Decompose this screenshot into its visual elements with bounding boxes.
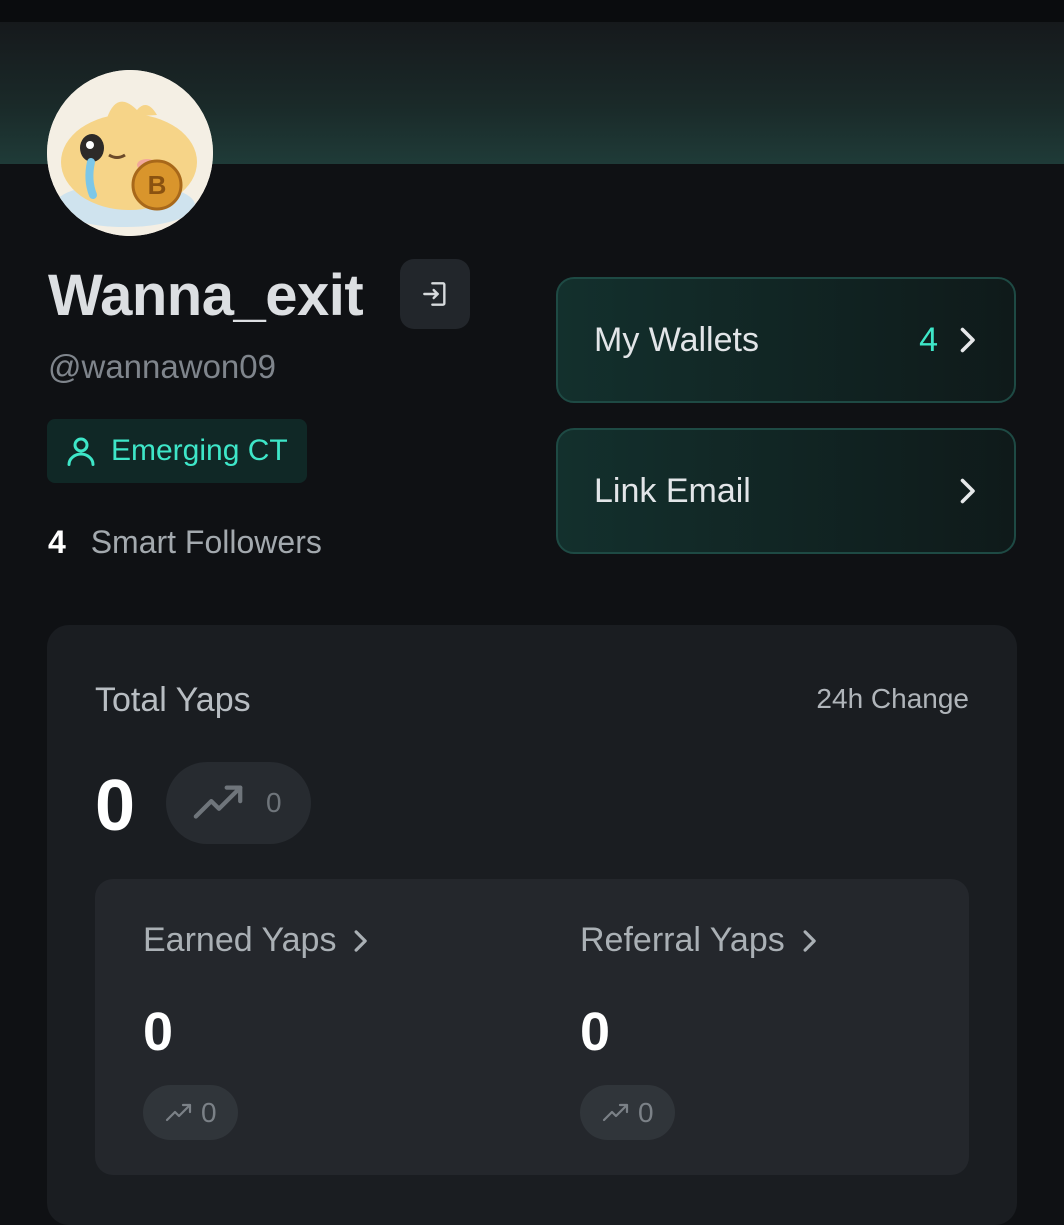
chevron-right-icon: [960, 478, 975, 504]
my-wallets-button[interactable]: My Wallets 4: [556, 277, 1016, 403]
badge-label: Emerging CT: [111, 434, 288, 467]
total-change-pill: 0: [166, 762, 311, 844]
trending-up-icon: [193, 785, 243, 819]
trending-up-icon: [165, 1103, 192, 1121]
referral-yaps-value: 0: [580, 1002, 611, 1062]
total-change-value: 0: [266, 787, 282, 818]
smart-followers-label: Smart Followers: [90, 524, 322, 560]
user-handle: @wannawon09: [48, 348, 276, 385]
referral-change-pill: 0: [580, 1085, 675, 1140]
yaps-breakdown: Earned Yaps 0 0 Referral Yaps 0 0: [95, 879, 969, 1175]
avatar: B: [47, 70, 213, 236]
display-name: Wanna_exit: [48, 263, 364, 328]
chevron-right-icon: [803, 929, 816, 952]
chevron-right-icon: [354, 929, 368, 952]
total-yaps-value: 0: [95, 766, 136, 846]
my-wallets-label: My Wallets: [594, 320, 759, 359]
earned-change-value: 0: [201, 1096, 217, 1128]
total-yaps-label: Total Yaps: [95, 681, 251, 719]
referral-yaps-label: Referral Yaps: [580, 921, 785, 959]
yaps-stats-card: Total Yaps 24h Change 0 0 Earned Yaps 0 …: [47, 625, 1017, 1225]
user-icon: [67, 437, 95, 466]
earned-yaps-value: 0: [143, 1002, 174, 1062]
smart-followers-count: 4: [48, 524, 66, 560]
earned-change-pill: 0: [143, 1085, 238, 1140]
earned-yaps-link[interactable]: Earned Yaps: [143, 921, 368, 960]
smart-followers: 4 Smart Followers: [48, 524, 322, 561]
status-badge: Emerging CT: [47, 419, 307, 483]
earned-yaps-label: Earned Yaps: [143, 921, 337, 959]
link-email-label: Link Email: [594, 471, 751, 510]
logout-button[interactable]: [400, 259, 470, 329]
svg-text:B: B: [148, 170, 167, 200]
chevron-right-icon: [960, 327, 975, 353]
referral-change-value: 0: [638, 1096, 654, 1128]
trending-up-icon: [602, 1103, 629, 1121]
avatar-image: B: [47, 70, 213, 236]
change-24h-label: 24h Change: [816, 683, 969, 714]
link-email-button[interactable]: Link Email: [556, 428, 1016, 554]
top-strip: [0, 0, 1064, 22]
wallets-count: 4: [919, 320, 938, 359]
referral-yaps-link[interactable]: Referral Yaps: [580, 921, 817, 960]
logout-icon: [423, 282, 446, 306]
